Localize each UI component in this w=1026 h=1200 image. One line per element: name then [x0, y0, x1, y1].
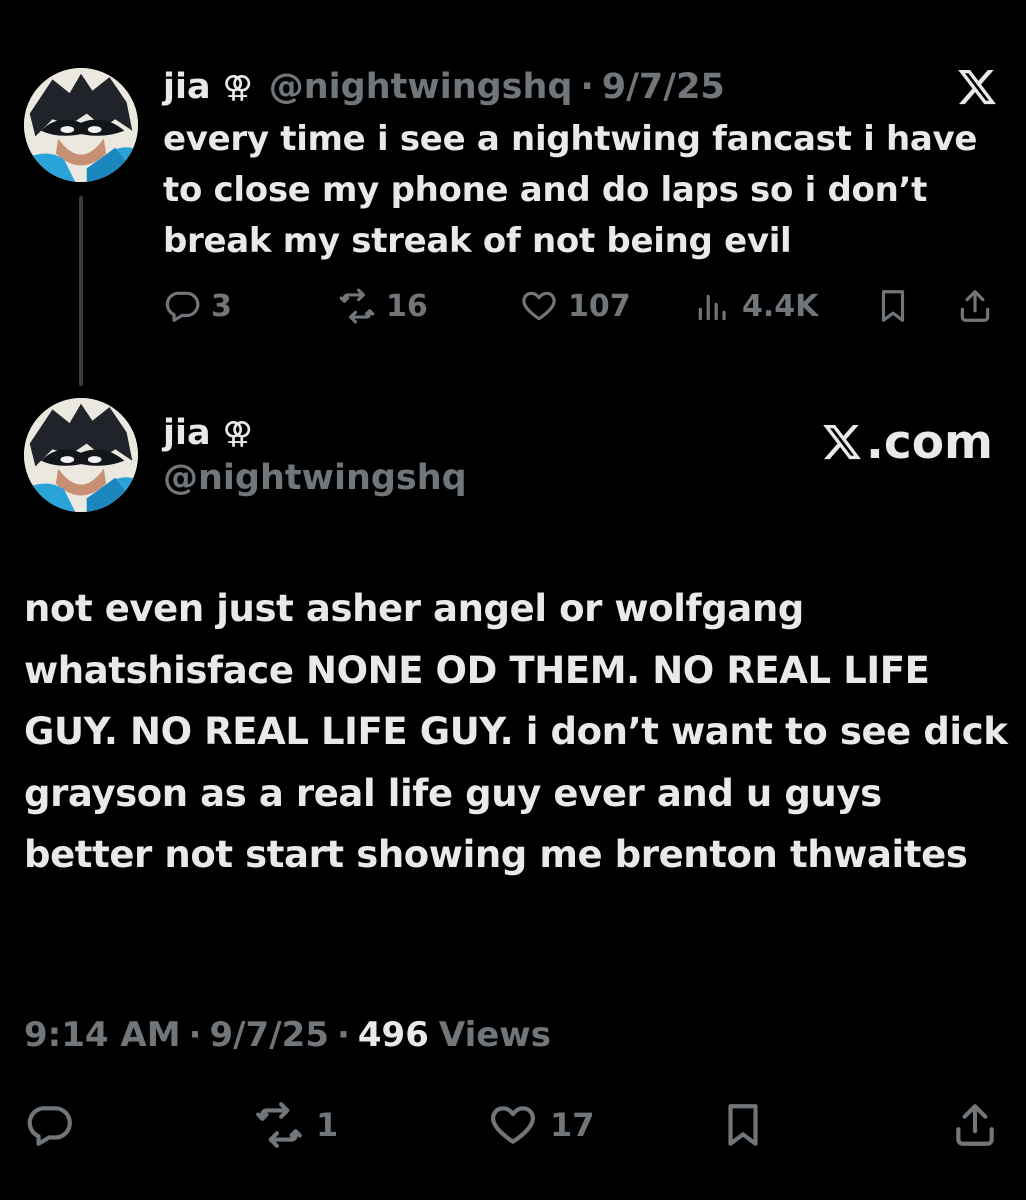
analytics-icon: [698, 294, 726, 321]
repost-icon: [256, 1102, 302, 1148]
author-symbol: ⚢: [222, 69, 253, 105]
author-name[interactable]: jia: [163, 413, 211, 453]
views-button[interactable]: 4.4K: [694, 284, 818, 328]
share-button[interactable]: [956, 284, 994, 328]
repost-icon: [339, 288, 375, 324]
main-tweet-author: jia ⚢: [163, 410, 253, 456]
share-icon: [956, 1104, 994, 1146]
author-name[interactable]: jia: [163, 67, 211, 107]
repost-button[interactable]: 1: [254, 1100, 338, 1150]
avatar-image: [24, 68, 138, 182]
bookmark-icon: [881, 290, 905, 322]
author-handle[interactable]: @nightwingshq: [163, 458, 467, 498]
reply-button[interactable]: 3: [163, 284, 232, 328]
x-logo-icon: [823, 424, 861, 460]
heart-icon: [491, 1106, 535, 1144]
tweet-date[interactable]: 9/7/25: [209, 1015, 328, 1055]
author-symbol: ⚢: [222, 415, 253, 451]
brand-suffix: .com: [866, 414, 993, 470]
like-count: 17: [550, 1106, 595, 1144]
main-tweet-text: not even just asher angel or wolfgang wh…: [24, 587, 1008, 876]
share-button[interactable]: [950, 1100, 1000, 1150]
main-tweet-actions: 1 17: [0, 1100, 1026, 1150]
share-icon: [960, 290, 990, 322]
x-logo-icon: [955, 66, 999, 108]
avatar-image: [24, 398, 138, 512]
bookmark-button[interactable]: [718, 1100, 768, 1150]
tweet-date[interactable]: 9/7/25: [602, 67, 725, 107]
parent-tweet-actions: 3 16 107 4.4K: [0, 284, 1026, 328]
repost-count: 1: [316, 1106, 339, 1144]
tweet-time[interactable]: 9:14 AM: [24, 1015, 181, 1055]
parent-tweet-header: jia ⚢ @nightwingshq · 9/7/25: [163, 64, 725, 110]
parent-tweet-text: every time i see a nightwing fancast i h…: [163, 119, 978, 261]
tweet-meta: 9:14 AM · 9/7/25 · 496 Views: [24, 1012, 551, 1058]
separator-dot: ·: [336, 1015, 350, 1055]
avatar[interactable]: [24, 398, 138, 512]
separator-dot: ·: [188, 1015, 202, 1055]
views-count: 4.4K: [742, 288, 819, 324]
avatar[interactable]: [24, 68, 138, 182]
reply-icon: [165, 291, 200, 322]
reply-count: 3: [211, 288, 232, 324]
heart-icon: [522, 291, 556, 321]
reply-button[interactable]: [24, 1100, 74, 1150]
author-handle[interactable]: @nightwingshq: [269, 67, 573, 107]
like-button[interactable]: 17: [488, 1100, 595, 1150]
views-label: Views: [438, 1015, 551, 1055]
like-button[interactable]: 107: [520, 284, 631, 328]
separator-dot: ·: [580, 67, 594, 107]
repost-button[interactable]: 16: [338, 284, 428, 328]
reply-icon: [27, 1106, 72, 1146]
x-com-watermark: .com: [820, 414, 993, 470]
bookmark-icon: [728, 1104, 758, 1146]
bookmark-button[interactable]: [874, 284, 912, 328]
like-count: 107: [568, 288, 631, 324]
views-count: 496: [357, 1015, 429, 1055]
repost-count: 16: [386, 288, 428, 324]
